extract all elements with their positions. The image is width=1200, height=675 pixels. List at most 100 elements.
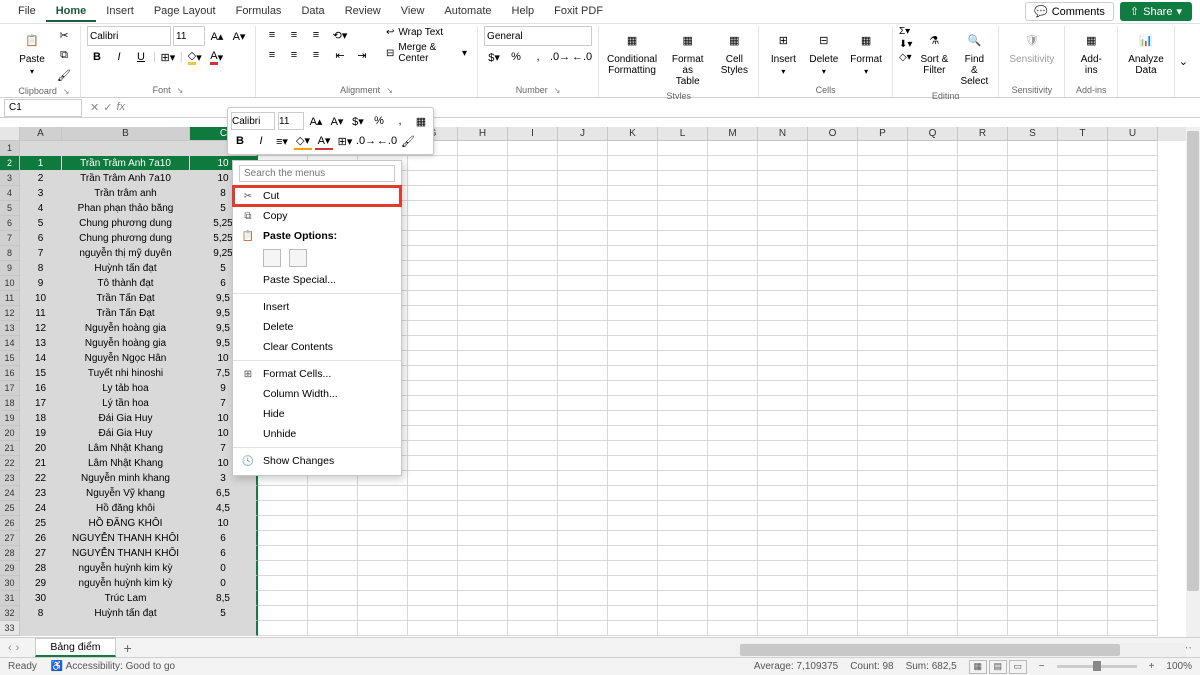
cell[interactable] [858, 516, 908, 531]
analyze-data-button[interactable]: 📊Analyze Data [1124, 26, 1168, 78]
cell[interactable] [758, 276, 808, 291]
cell[interactable] [508, 471, 558, 486]
row-header[interactable]: 7 [0, 231, 20, 246]
zoom-thumb[interactable] [1093, 661, 1101, 671]
cell[interactable]: HỒ ĐĂNG KHÔI [62, 516, 190, 531]
cell[interactable] [408, 201, 458, 216]
column-header-N[interactable]: N [758, 127, 808, 141]
cell[interactable] [358, 546, 408, 561]
cell[interactable] [658, 516, 708, 531]
cell[interactable] [1008, 486, 1058, 501]
mini-font-color[interactable]: A▾ [315, 132, 333, 150]
cell[interactable]: 22 [20, 471, 62, 486]
cell[interactable]: 0 [190, 576, 258, 591]
cell[interactable] [908, 426, 958, 441]
cell[interactable] [808, 186, 858, 201]
cell[interactable] [1108, 351, 1158, 366]
cell[interactable] [708, 396, 758, 411]
cell[interactable] [708, 531, 758, 546]
cell[interactable]: 28 [20, 561, 62, 576]
row-header[interactable]: 26 [0, 516, 20, 531]
cell[interactable] [1108, 336, 1158, 351]
row-header[interactable]: 24 [0, 486, 20, 501]
bold-button[interactable]: B [87, 48, 107, 66]
cell[interactable] [958, 516, 1008, 531]
cell[interactable] [958, 171, 1008, 186]
cell[interactable] [358, 621, 408, 636]
view-page-break-button[interactable]: ▭ [1009, 660, 1027, 674]
cell[interactable] [858, 591, 908, 606]
cell[interactable] [608, 201, 658, 216]
row-header[interactable]: 8 [0, 246, 20, 261]
cell[interactable] [808, 561, 858, 576]
cell[interactable] [1058, 186, 1108, 201]
cell[interactable]: Tô thành đạt [62, 276, 190, 291]
cell[interactable] [958, 471, 1008, 486]
cell[interactable]: 30 [20, 591, 62, 606]
cell[interactable] [758, 606, 808, 621]
cell[interactable] [558, 201, 608, 216]
cell[interactable] [858, 186, 908, 201]
cell[interactable] [508, 141, 558, 156]
cell[interactable]: 3 [20, 186, 62, 201]
cell[interactable] [458, 576, 508, 591]
cell[interactable] [658, 156, 708, 171]
cell[interactable] [758, 201, 808, 216]
cell[interactable] [508, 261, 558, 276]
context-clear-contents[interactable]: Clear Contents [233, 337, 401, 357]
cell[interactable] [958, 276, 1008, 291]
cell[interactable] [608, 606, 658, 621]
row-header[interactable]: 5 [0, 201, 20, 216]
cell[interactable] [958, 201, 1008, 216]
cell[interactable] [858, 321, 908, 336]
cell[interactable] [408, 366, 458, 381]
column-header-R[interactable]: R [958, 127, 1008, 141]
cell[interactable] [458, 411, 508, 426]
cell[interactable] [908, 546, 958, 561]
cell[interactable] [908, 516, 958, 531]
cell[interactable] [1108, 501, 1158, 516]
cell[interactable] [1008, 351, 1058, 366]
cell[interactable] [458, 546, 508, 561]
cell[interactable]: 25 [20, 516, 62, 531]
cell[interactable]: 9 [20, 276, 62, 291]
cell[interactable] [708, 441, 758, 456]
insert-cells-button[interactable]: ⊞Insert▾ [765, 26, 801, 78]
cell[interactable] [708, 141, 758, 156]
cell[interactable] [658, 621, 708, 636]
font-color-button[interactable]: A▾ [207, 48, 227, 66]
cell[interactable]: 1 [20, 156, 62, 171]
cell[interactable] [408, 231, 458, 246]
cell[interactable] [308, 486, 358, 501]
cell[interactable] [958, 396, 1008, 411]
cell[interactable] [508, 276, 558, 291]
cell[interactable] [308, 516, 358, 531]
cell[interactable] [608, 306, 658, 321]
column-header-P[interactable]: P [858, 127, 908, 141]
row-header[interactable]: 21 [0, 441, 20, 456]
cell[interactable] [608, 411, 658, 426]
cell[interactable] [758, 621, 808, 636]
cell[interactable] [1108, 291, 1158, 306]
menu-page-layout[interactable]: Page Layout [144, 2, 226, 22]
cell[interactable] [308, 561, 358, 576]
cell[interactable]: 6 [20, 231, 62, 246]
menu-formulas[interactable]: Formulas [226, 2, 292, 22]
cell[interactable] [408, 156, 458, 171]
cell[interactable] [458, 471, 508, 486]
cell[interactable] [858, 531, 908, 546]
cell[interactable] [558, 441, 608, 456]
cell[interactable]: 6 [190, 531, 258, 546]
cell[interactable] [958, 381, 1008, 396]
cell[interactable] [308, 576, 358, 591]
mini-dec-dec[interactable]: ←.0 [378, 132, 396, 150]
cell[interactable] [808, 471, 858, 486]
cell[interactable]: 14 [20, 351, 62, 366]
cell[interactable] [608, 486, 658, 501]
cell[interactable] [1108, 306, 1158, 321]
view-page-layout-button[interactable]: ▤ [989, 660, 1007, 674]
row-header[interactable]: 33 [0, 621, 20, 636]
column-header-I[interactable]: I [508, 127, 558, 141]
cell[interactable] [758, 561, 808, 576]
cell[interactable] [408, 471, 458, 486]
